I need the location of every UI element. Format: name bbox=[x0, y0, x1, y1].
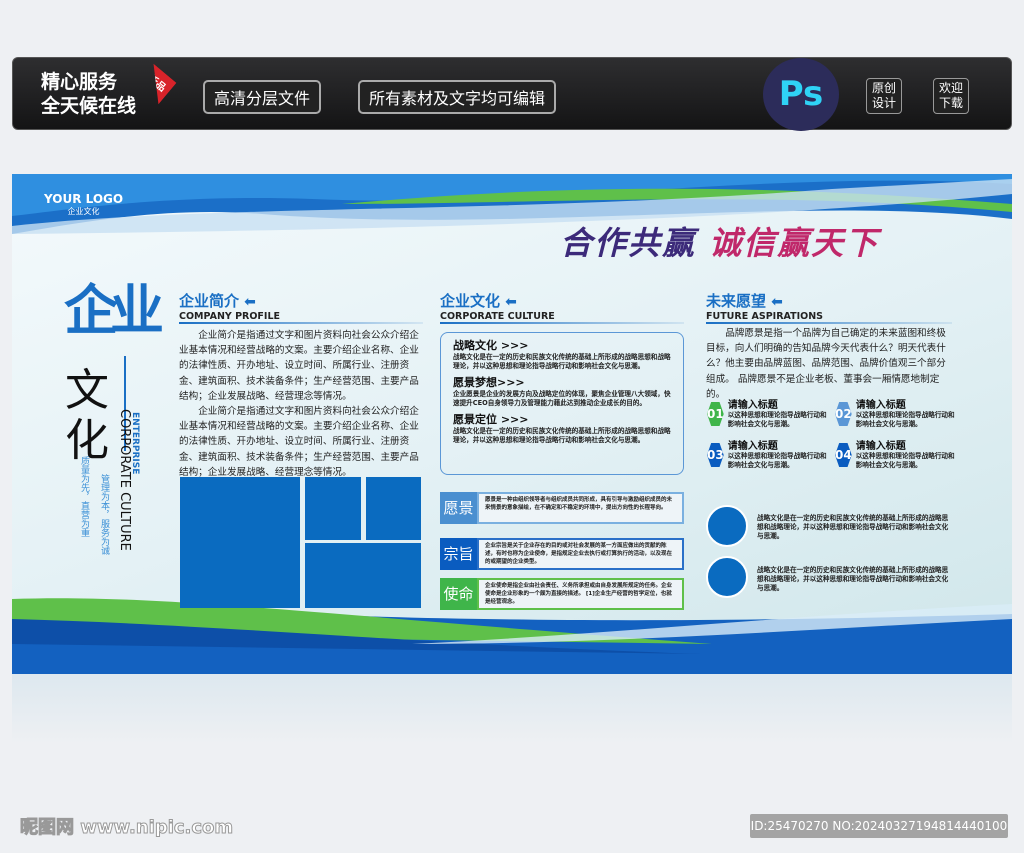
label-tag: 使命 bbox=[440, 578, 477, 610]
image-placeholder bbox=[305, 543, 421, 608]
section-title: 企业文化 bbox=[440, 292, 501, 310]
label-row-purpose: 宗旨 企业宗旨是关于企业存在的目的或对社会发展的某一方面应做出的贡献的陈述，有时… bbox=[440, 538, 684, 570]
side-title-culture: 文化 bbox=[65, 365, 109, 466]
image-placeholder bbox=[366, 477, 421, 540]
layered-file-button[interactable]: 高清分层文件 bbox=[203, 80, 322, 114]
original-design-badge: 原创设计 bbox=[866, 78, 902, 114]
image-placeholder bbox=[180, 477, 300, 608]
label-tag: 愿景 bbox=[440, 492, 477, 524]
hexagon-number: 03 bbox=[707, 443, 724, 467]
culture-item-text: 战略文化是在一定的历史和民族文化传统的基础上所形成的战略思想和战略理论，并以这种… bbox=[453, 427, 671, 444]
title-underline bbox=[179, 322, 423, 324]
side-en-corporate-culture: CORPORATE CULTURE bbox=[117, 409, 132, 551]
item-text: 以这种思想和理论指导战略行动和影响社会文化与思潮。 bbox=[855, 452, 955, 469]
label-text: 愿景是一种由组织领导者与组织成员共同形成，具有引导与激励组织成员的未来情景的意象… bbox=[477, 492, 684, 524]
slogan-line-2: 全天候在线 bbox=[41, 95, 137, 117]
numbered-item: 01 请输入标题 以这种思想和理论指导战略行动和影响社会文化与思潮。 bbox=[707, 396, 829, 429]
board-reflection bbox=[12, 674, 1012, 744]
culture-item-heading: 愿景定位 >>> bbox=[453, 413, 529, 426]
culture-item-text: 企业愿景是企业的发展方向及战略定位的体现，聚焦企业管理八大领域，快速提升CEO自… bbox=[453, 390, 671, 407]
arrow-left-icon: ⬅ bbox=[244, 294, 256, 310]
numbered-item: 04 请输入标题 以这种思想和理论指导战略行动和影响社会文化与思潮。 bbox=[835, 437, 957, 470]
numbered-item: 03 请输入标题 以这种思想和理论指导战略行动和影响社会文化与思潮。 bbox=[707, 437, 829, 470]
title-underline bbox=[706, 322, 952, 324]
circle-image-placeholder bbox=[706, 556, 748, 598]
culture-box: 战略文化 >>> 战略文化是在一定的历史和民族文化传统的基础上所形成的战略思想和… bbox=[440, 332, 684, 475]
side-motto-1: 管理为本，服务为诚 bbox=[99, 474, 109, 555]
watermark: 昵图网 www.nipic.com bbox=[19, 817, 234, 839]
slogan-line-1: 精心服务 bbox=[41, 71, 118, 93]
headline-slogan: 合作共赢 诚信赢天下 bbox=[560, 218, 879, 264]
label-row-mission: 使命 企业使命是指企业由社会责任、义务所承担或由自身发展所规定的任务。企业使命是… bbox=[440, 578, 684, 610]
culture-wall-board: YOUR LOGO 企业文化 合作共赢 诚信赢天下 企业 文化 ENTERPRI… bbox=[12, 174, 1012, 674]
label-text: 企业宗旨是关于企业存在的目的或对社会发展的某一方面应做出的贡献的陈述，有时也称为… bbox=[477, 538, 684, 570]
circle-text: 战略文化是在一定的历史和民族文化传统的基础上所形成的战略思想和战略理论，并以这种… bbox=[757, 566, 949, 592]
culture-item-heading: 战略文化 >>> bbox=[453, 339, 529, 352]
label-row-vision: 愿景 愿景是一种由组织领导者与组织成员共同形成，具有引导与激励组织成员的未来情景… bbox=[440, 492, 684, 524]
slogan-part-1: 合作共赢 bbox=[560, 224, 697, 262]
label-text: 企业使命是指企业由社会责任、义务所承担或由自身发展所规定的任务。企业使命是企业形… bbox=[477, 578, 684, 610]
section-subtitle: FUTURE ASPIRATIONS bbox=[706, 311, 824, 322]
section-title: 未来愿望 bbox=[706, 292, 767, 310]
item-text: 以这种思想和理论指导战略行动和影响社会文化与思潮。 bbox=[855, 411, 955, 428]
top-banner: 精心服务 全天候在线 新品 高清分层文件 所有素材及文字均可编辑 Ps 原创设计… bbox=[12, 57, 1012, 131]
company-profile-section: 企业简介 ⬅ COMPANY PROFILE 企业简介是指通过文字和图片资料向社… bbox=[179, 290, 423, 480]
logo-subtext: 企业文化 bbox=[67, 207, 100, 216]
culture-item-heading: 愿景梦想>>> bbox=[453, 376, 525, 389]
logo: YOUR LOGO 企业文化 bbox=[44, 192, 123, 217]
future-aspirations-section: 未来愿望 ⬅ FUTURE ASPIRATIONS 品牌愿景是指一个品牌为自己确… bbox=[706, 290, 952, 402]
arrow-left-icon: ⬅ bbox=[505, 294, 517, 310]
circle-image-placeholder bbox=[706, 505, 748, 547]
item-text: 以这种思想和理论指导战略行动和影响社会文化与思潮。 bbox=[727, 411, 827, 428]
section-subtitle: CORPORATE CULTURE bbox=[440, 311, 555, 322]
item-title: 请输入标题 bbox=[855, 441, 906, 452]
hexagon-number: 02 bbox=[835, 402, 852, 426]
image-placeholder bbox=[305, 477, 361, 540]
section-subtitle: COMPANY PROFILE bbox=[179, 311, 281, 322]
logo-text: YOUR LOGO bbox=[44, 192, 124, 206]
photoshop-icon: Ps bbox=[763, 58, 839, 131]
item-title: 请输入标题 bbox=[727, 441, 778, 452]
title-underline bbox=[440, 322, 684, 324]
image-id-label: ID:25470270 NO:20240327194814440100 bbox=[750, 814, 1008, 838]
numbered-items: 01 请输入标题 以这种思想和理论指导战略行动和影响社会文化与思潮。 02 请输入… bbox=[707, 396, 957, 470]
profile-paragraph: 企业简介是指通过文字和图片资料向社会公众介绍企业基本情况和经营战略的文案。主要介… bbox=[179, 330, 419, 402]
item-text: 以这种思想和理论指导战略行动和影响社会文化与思潮。 bbox=[727, 452, 827, 469]
profile-paragraph: 企业简介是指通过文字和图片资料向社会公众介绍企业基本情况和经营战略的文案。主要介… bbox=[179, 406, 419, 478]
hexagon-number: 01 bbox=[707, 402, 724, 426]
side-motto-2: 质量为先，直营为重 bbox=[79, 456, 89, 537]
arrow-left-icon: ⬅ bbox=[771, 294, 783, 310]
new-badge: 新品 bbox=[136, 64, 177, 105]
circle-text: 战略文化是在一定的历史和民族文化传统的基础上所形成的战略思想和战略理论，并以这种… bbox=[757, 514, 949, 540]
aspiration-paragraph: 品牌愿景是指一个品牌为自己确定的未来蓝图和终极目标，向人们明确的告知品牌今天代表… bbox=[706, 328, 946, 400]
hexagon-number: 04 bbox=[835, 443, 852, 467]
item-title: 请输入标题 bbox=[855, 400, 906, 411]
side-title-enterprise: 企业 bbox=[64, 278, 164, 342]
corporate-culture-section: 企业文化 ⬅ CORPORATE CULTURE bbox=[440, 290, 684, 324]
slogan-part-2: 诚信赢天下 bbox=[709, 224, 880, 262]
welcome-download-badge: 欢迎下载 bbox=[933, 78, 969, 114]
section-title: 企业简介 bbox=[179, 292, 240, 310]
numbered-item: 02 请输入标题 以这种思想和理论指导战略行动和影响社会文化与思潮。 bbox=[835, 396, 957, 429]
culture-item-text: 战略文化是在一定的历史和民族文化传统的基础上所形成的战略思想和战略理论，并以这种… bbox=[453, 353, 671, 370]
service-slogan: 精心服务 全天候在线 bbox=[41, 70, 136, 118]
item-title: 请输入标题 bbox=[727, 400, 778, 411]
editable-button[interactable]: 所有素材及文字均可编辑 bbox=[358, 80, 557, 114]
label-tag: 宗旨 bbox=[440, 538, 477, 570]
